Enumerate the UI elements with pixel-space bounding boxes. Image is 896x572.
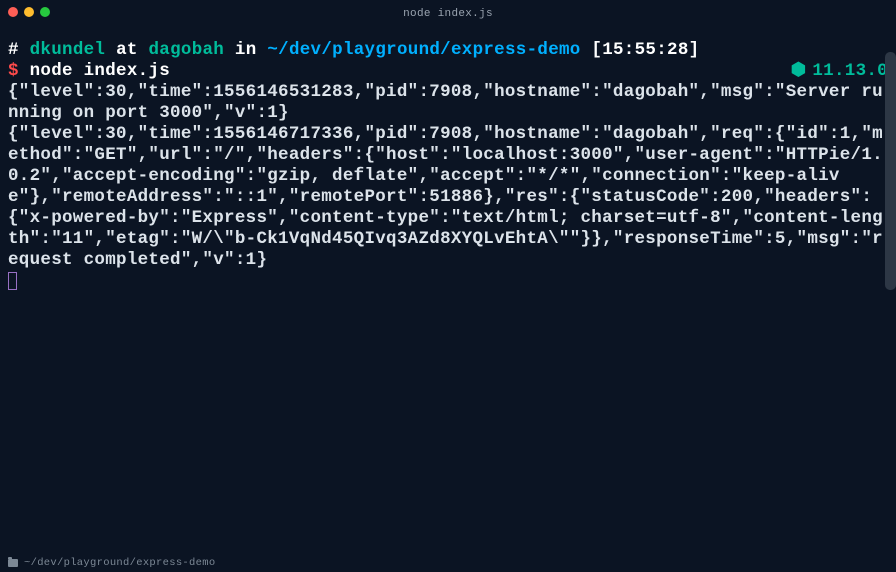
- terminal-cursor: [8, 272, 17, 290]
- window-titlebar: node index.js: [0, 0, 896, 24]
- terminal-output[interactable]: # dkundel at dagobah in ~/dev/playground…: [0, 24, 896, 297]
- prompt-pound: #: [8, 40, 19, 60]
- prompt-time: [15:55:28]: [591, 40, 699, 60]
- command-line: $ node index.js ⬢11.13.0: [8, 61, 888, 82]
- title-container: node index.js: [0, 2, 896, 22]
- folder-icon: [8, 559, 18, 567]
- status-bar-path: ~/dev/playground/express-demo: [24, 557, 215, 569]
- traffic-lights: [8, 7, 50, 17]
- window-title: node index.js: [403, 8, 493, 20]
- command-text: node index.js: [30, 61, 170, 81]
- scrollbar-thumb[interactable]: [885, 52, 896, 290]
- prompt-host: dagobah: [148, 40, 224, 60]
- prompt-dollar: $: [8, 61, 19, 81]
- hexagon-icon: ⬢: [791, 61, 807, 81]
- log-output-2: {"level":30,"time":1556146717336,"pid":7…: [8, 124, 888, 271]
- node-version-badge: ⬢11.13.0: [791, 61, 888, 82]
- prompt-in: in: [235, 40, 257, 60]
- node-version-text: 11.13.0: [812, 61, 888, 81]
- prompt-line: # dkundel at dagobah in ~/dev/playground…: [8, 40, 888, 61]
- prompt-cwd: ~/dev/playground/express-demo: [267, 40, 580, 60]
- close-window-button[interactable]: [8, 7, 18, 17]
- prompt-at: at: [116, 40, 138, 60]
- status-bar: ~/dev/playground/express-demo: [0, 554, 896, 572]
- prompt-user: dkundel: [30, 40, 106, 60]
- minimize-window-button[interactable]: [24, 7, 34, 17]
- maximize-window-button[interactable]: [40, 7, 50, 17]
- log-output-1: {"level":30,"time":1556146531283,"pid":7…: [8, 82, 888, 124]
